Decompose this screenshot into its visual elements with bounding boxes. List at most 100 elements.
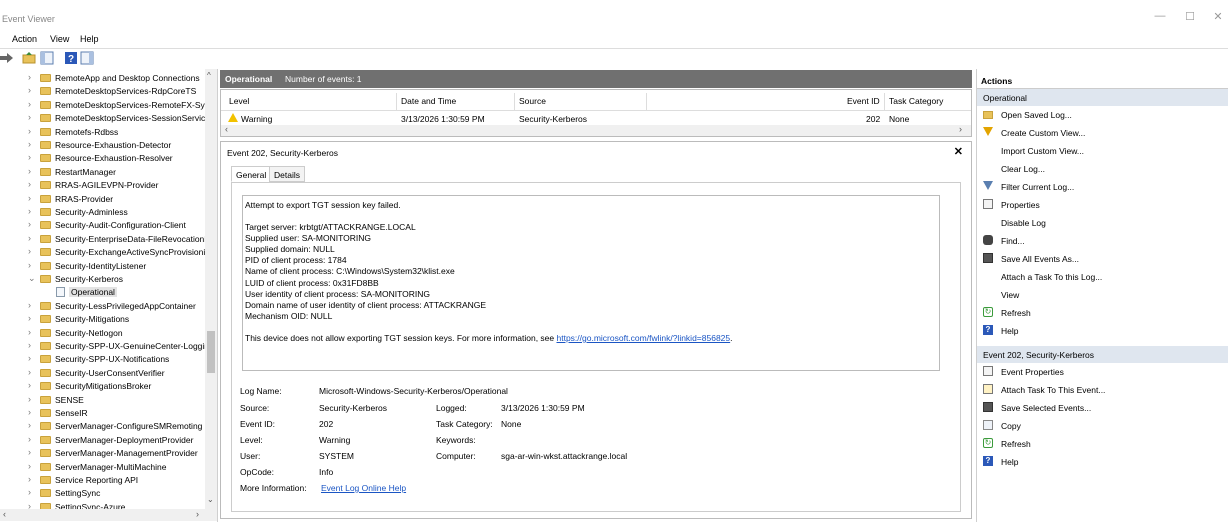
tree-item-settingsync[interactable]: › SettingSync bbox=[0, 487, 206, 500]
chevron-right-icon[interactable]: › bbox=[28, 340, 36, 350]
event-log-online-help-link[interactable]: Event Log Online Help bbox=[321, 483, 406, 493]
actions-section-operational[interactable]: Operational bbox=[977, 89, 1228, 106]
chevron-right-icon[interactable]: › bbox=[28, 193, 36, 203]
scroll-left-icon[interactable]: ‹ bbox=[3, 509, 6, 519]
fwlink-link[interactable]: https://go.microsoft.com/fwlink/?linkid=… bbox=[557, 333, 731, 343]
chevron-right-icon[interactable]: › bbox=[28, 461, 36, 471]
forward-arrow-icon[interactable] bbox=[0, 51, 14, 65]
action-refresh[interactable]: ↻ Refresh bbox=[977, 304, 1228, 322]
action-find[interactable]: Find... bbox=[977, 232, 1228, 250]
list-horizontal-scrollbar[interactable]: ‹ › bbox=[221, 124, 971, 136]
tree-item-restartmanager[interactable]: › RestartManager bbox=[0, 166, 206, 179]
tree-item-securitymitigationsbroker[interactable]: › SecurityMitigationsBroker bbox=[0, 380, 206, 393]
tree-item-remotedesktopservices-remotefx-synth[interactable]: › RemoteDesktopServices-RemoteFX-Synth bbox=[0, 99, 206, 112]
table-row[interactable]: Warning 3/13/2026 1:30:59 PM Security-Ke… bbox=[221, 111, 971, 125]
chevron-right-icon[interactable]: › bbox=[28, 420, 36, 430]
event-message[interactable]: Attempt to export TGT session key failed… bbox=[242, 195, 940, 371]
chevron-right-icon[interactable]: › bbox=[28, 367, 36, 377]
column-task-category[interactable]: Task Category bbox=[889, 96, 943, 106]
action-refresh[interactable]: ↻ Refresh bbox=[977, 435, 1228, 453]
tree-item-sense[interactable]: › SENSE bbox=[0, 394, 206, 407]
action-attach-task-to-this-event[interactable]: Attach Task To This Event... bbox=[977, 381, 1228, 399]
action-create-custom-view[interactable]: Create Custom View... bbox=[977, 124, 1228, 142]
chevron-right-icon[interactable]: › bbox=[28, 313, 36, 323]
tree-horizontal-scrollbar[interactable]: ‹ › bbox=[0, 509, 217, 521]
chevron-right-icon[interactable]: › bbox=[28, 434, 36, 444]
action-copy[interactable]: Copy bbox=[977, 417, 1228, 435]
up-folder-icon[interactable] bbox=[22, 51, 36, 65]
chevron-right-icon[interactable]: › bbox=[28, 327, 36, 337]
chevron-right-icon[interactable]: › bbox=[28, 126, 36, 136]
column-date-time[interactable]: Date and Time bbox=[401, 96, 456, 106]
minimize-button[interactable]: — bbox=[1150, 10, 1170, 26]
close-detail-button[interactable]: ✕ bbox=[954, 145, 963, 158]
tree-item-security-exchangeactivesyncprovisioning[interactable]: › Security-ExchangeActiveSyncProvisioning bbox=[0, 246, 206, 259]
tree-item-servermanager-deploymentprovider[interactable]: › ServerManager-DeploymentProvider bbox=[0, 434, 206, 447]
close-window-button[interactable]: ✕ bbox=[1208, 10, 1228, 26]
tab-general[interactable]: General bbox=[231, 166, 272, 182]
maximize-button[interactable]: ☐ bbox=[1180, 10, 1200, 26]
chevron-right-icon[interactable]: › bbox=[28, 99, 36, 109]
action-help[interactable]: ? Help bbox=[977, 453, 1228, 471]
chevron-right-icon[interactable]: › bbox=[28, 206, 36, 216]
chevron-right-icon[interactable]: › bbox=[28, 85, 36, 95]
scroll-down-icon[interactable]: ⌄ bbox=[207, 495, 214, 504]
tab-details[interactable]: Details bbox=[269, 166, 305, 182]
tree-item-security-mitigations[interactable]: › Security-Mitigations bbox=[0, 313, 206, 326]
tree-item-remotedesktopservices-rdpcorets[interactable]: › RemoteDesktopServices-RdpCoreTS bbox=[0, 85, 206, 98]
chevron-right-icon[interactable]: › bbox=[28, 72, 36, 82]
menu-view[interactable]: View bbox=[50, 34, 69, 44]
action-attach-a-task-to-this-log[interactable]: Attach a Task To this Log... bbox=[977, 268, 1228, 286]
action-save-all-events-as[interactable]: Save All Events As... bbox=[977, 250, 1228, 268]
tree-item-resource-exhaustion-detector[interactable]: › Resource-Exhaustion-Detector bbox=[0, 139, 206, 152]
chevron-right-icon[interactable]: › bbox=[28, 487, 36, 497]
action-clear-log[interactable]: Clear Log... bbox=[977, 160, 1228, 178]
chevron-right-icon[interactable]: › bbox=[28, 407, 36, 417]
tree-item-security-adminless[interactable]: › Security-Adminless bbox=[0, 206, 206, 219]
tree-item-security-identitylistener[interactable]: › Security-IdentityListener bbox=[0, 260, 206, 273]
chevron-right-icon[interactable]: › bbox=[28, 166, 36, 176]
tree-item-remotefs-rdbss[interactable]: › Remotefs-Rdbss bbox=[0, 126, 206, 139]
action-save-selected-events[interactable]: Save Selected Events... bbox=[977, 399, 1228, 417]
chevron-right-icon[interactable]: › bbox=[28, 139, 36, 149]
scroll-right-icon[interactable]: › bbox=[196, 509, 199, 519]
chevron-right-icon[interactable]: › bbox=[28, 233, 36, 243]
action-disable-log[interactable]: Disable Log bbox=[977, 214, 1228, 232]
chevron-right-icon[interactable]: › bbox=[28, 394, 36, 404]
chevron-down-icon[interactable]: ⌄ bbox=[28, 273, 36, 284]
chevron-right-icon[interactable]: › bbox=[28, 179, 36, 189]
chevron-right-icon[interactable]: › bbox=[28, 260, 36, 270]
menu-action[interactable]: Action bbox=[12, 34, 37, 44]
tree-item-security-userconsentverifier[interactable]: › Security-UserConsentVerifier bbox=[0, 367, 206, 380]
tree-item-security-spp-ux-notifications[interactable]: › Security-SPP-UX-Notifications bbox=[0, 353, 206, 366]
tree-item-security-netlogon[interactable]: › Security-Netlogon bbox=[0, 327, 206, 340]
chevron-right-icon[interactable]: › bbox=[28, 112, 36, 122]
show-hide-console-tree-icon[interactable] bbox=[40, 51, 54, 65]
scroll-right-icon[interactable]: › bbox=[959, 124, 962, 134]
chevron-right-icon[interactable]: › bbox=[28, 219, 36, 229]
column-source[interactable]: Source bbox=[519, 96, 546, 106]
action-open-saved-log[interactable]: Open Saved Log... bbox=[977, 106, 1228, 124]
tree-item-servermanager-managementprovider[interactable]: › ServerManager-ManagementProvider bbox=[0, 447, 206, 460]
tree-item-operational[interactable]: Operational bbox=[0, 286, 206, 299]
tree-item-rras-agilevpn-provider[interactable]: › RRAS-AGILEVPN-Provider bbox=[0, 179, 206, 192]
action-properties[interactable]: Properties bbox=[977, 196, 1228, 214]
chevron-right-icon[interactable]: › bbox=[28, 300, 36, 310]
column-level[interactable]: Level bbox=[229, 96, 249, 106]
tree-item-security-spp-ux-genuinecenter-logging[interactable]: › Security-SPP-UX-GenuineCenter-Logging bbox=[0, 340, 206, 353]
tree-item-security-audit-configuration-client[interactable]: › Security-Audit-Configuration-Client bbox=[0, 219, 206, 232]
tree-item-servermanager-configuresmremoting[interactable]: › ServerManager-ConfigureSMRemoting bbox=[0, 420, 206, 433]
scroll-left-icon[interactable]: ‹ bbox=[225, 124, 228, 134]
chevron-right-icon[interactable]: › bbox=[28, 474, 36, 484]
help-icon[interactable]: ? bbox=[64, 51, 78, 65]
chevron-right-icon[interactable]: › bbox=[28, 447, 36, 457]
column-event-id[interactable]: Event ID bbox=[847, 96, 880, 106]
chevron-right-icon[interactable]: › bbox=[28, 246, 36, 256]
action-import-custom-view[interactable]: Import Custom View... bbox=[977, 142, 1228, 160]
chevron-right-icon[interactable]: › bbox=[28, 152, 36, 162]
chevron-right-icon[interactable]: › bbox=[28, 380, 36, 390]
tree-item-senseir[interactable]: › SenseIR bbox=[0, 407, 206, 420]
tree-item-security-enterprisedata-filerevocationmanager[interactable]: › Security-EnterpriseData-FileRevocationM… bbox=[0, 233, 206, 246]
scroll-up-icon[interactable]: ^ bbox=[207, 71, 211, 80]
tree-item-remoteapp-and-desktop-connections[interactable]: › RemoteApp and Desktop Connections bbox=[0, 72, 206, 85]
